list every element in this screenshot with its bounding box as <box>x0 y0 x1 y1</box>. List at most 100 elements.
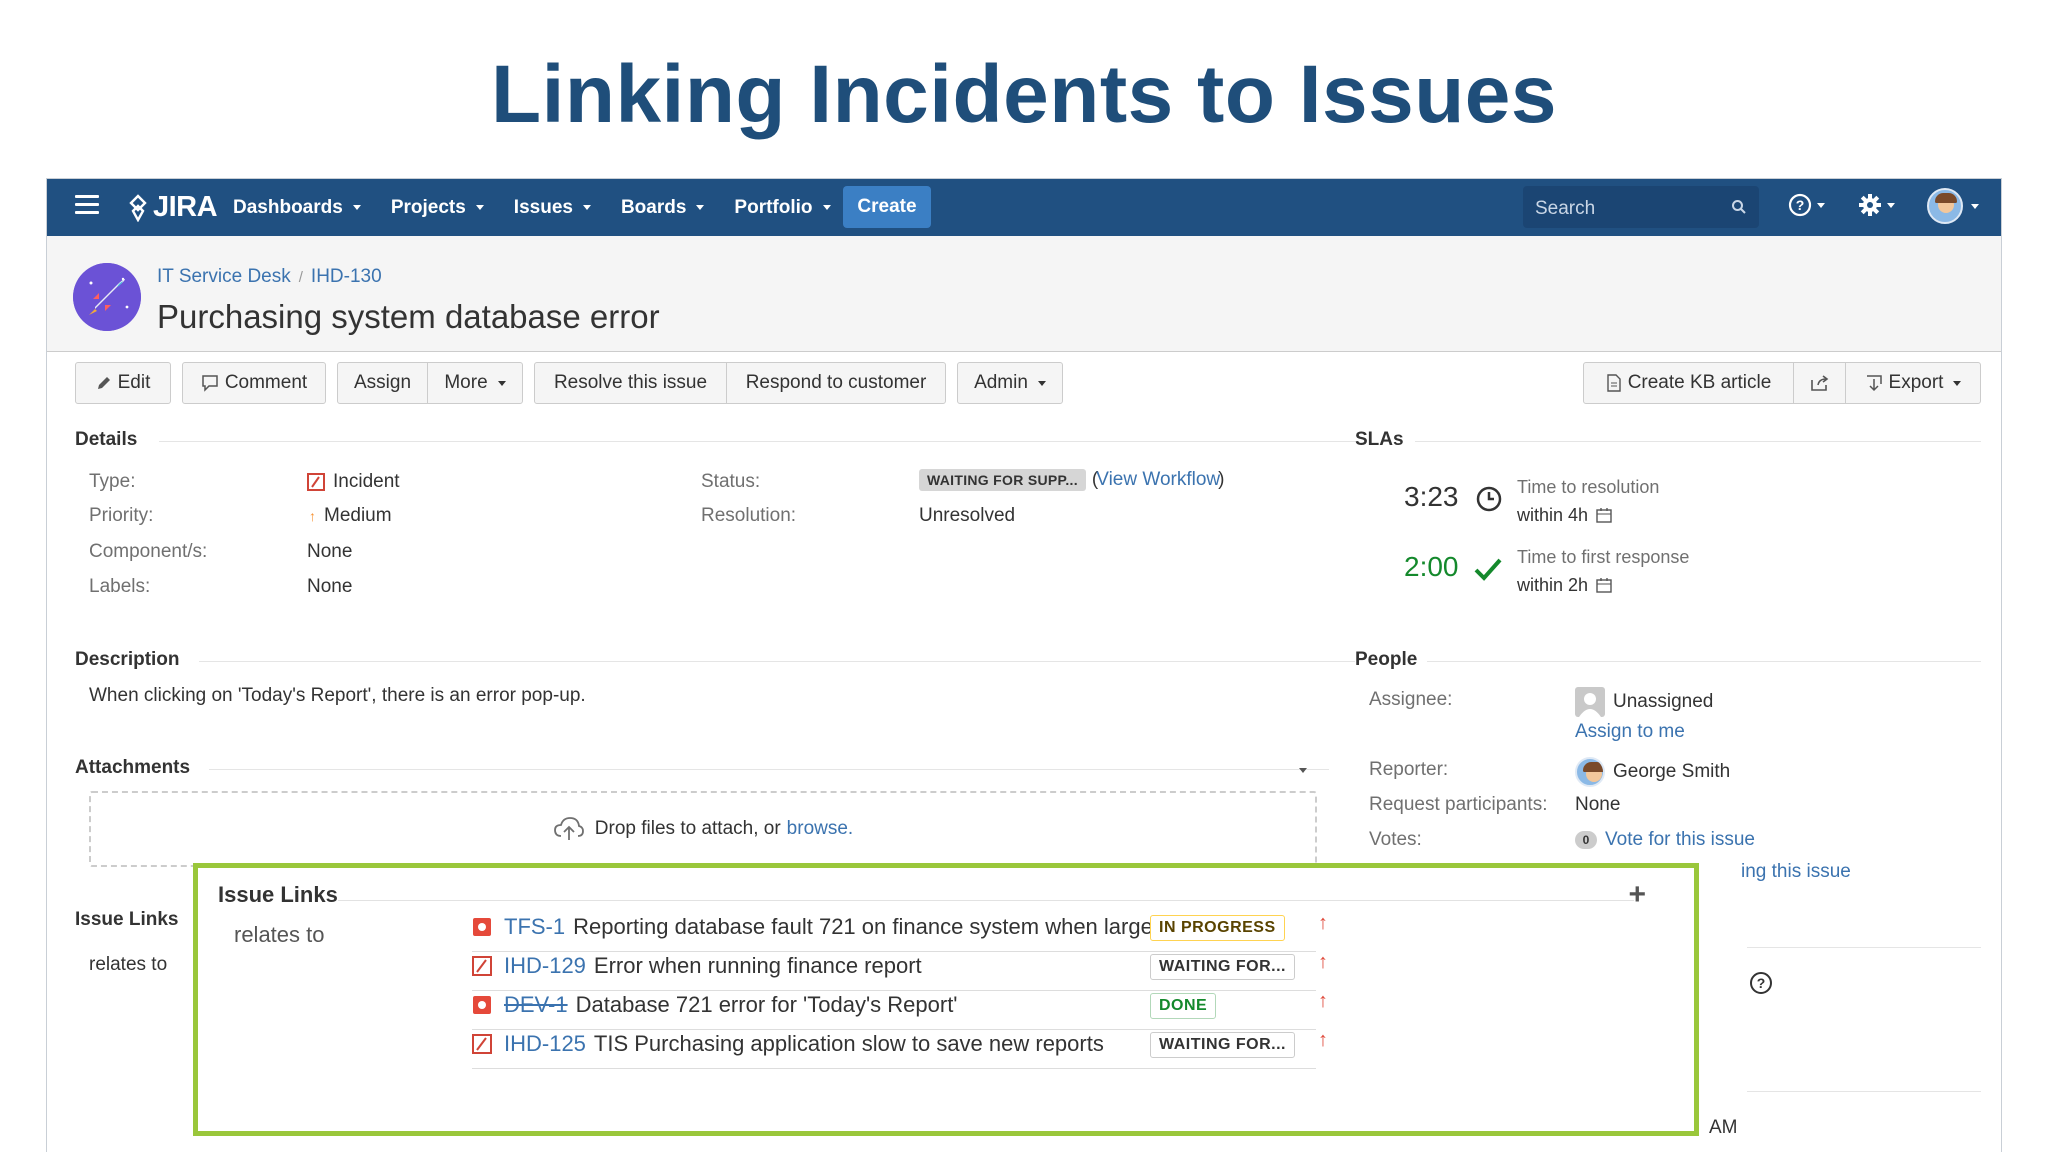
people-divider <box>1427 661 1981 662</box>
details-heading: Details <box>75 429 138 450</box>
participants-label: Request participants: <box>1369 794 1548 815</box>
assign-to-me-link[interactable]: Assign to me <box>1575 721 1685 743</box>
breadcrumb-issue-key[interactable]: IHD-130 <box>311 266 382 288</box>
export-button[interactable]: Export <box>1846 363 1980 403</box>
chevron-down-icon <box>352 205 361 210</box>
jira-logo-icon <box>129 193 147 222</box>
issue-links-divider <box>338 900 1634 901</box>
incident-icon <box>307 473 325 491</box>
edit-button[interactable]: Edit <box>75 362 171 404</box>
status-badge[interactable]: WAITING FOR SUPP... <box>919 469 1086 491</box>
description-divider <box>199 661 1355 662</box>
chevron-down-icon <box>1971 203 1979 209</box>
link-key[interactable]: IHD-125 <box>504 1031 586 1057</box>
search-input[interactable]: Search <box>1523 186 1759 228</box>
priority-value: ↑ Medium <box>309 505 392 526</box>
nav-issues[interactable]: Issues <box>514 197 591 219</box>
priority-high-icon: ↑ <box>1318 912 1328 934</box>
sla-first-response-goal: within 2h <box>1517 575 1589 595</box>
attachment-drop-zone[interactable]: Drop files to attach, or browse. <box>89 791 1317 867</box>
components-value: None <box>307 541 353 562</box>
nav-dashboards[interactable]: Dashboards <box>233 197 361 219</box>
link-key-resolved[interactable]: DEV-1 <box>504 992 568 1018</box>
watch-issue-link[interactable]: ing this issue <box>1741 861 1851 883</box>
svg-text:?: ? <box>1757 975 1766 991</box>
pencil-icon <box>97 377 110 389</box>
comment-button[interactable]: Comment <box>182 362 326 404</box>
admin-button[interactable]: Admin <box>957 362 1063 404</box>
description-text[interactable]: When clicking on 'Today's Report', there… <box>89 685 586 707</box>
status-value: WAITING FOR SUPP... (View Workflow) <box>919 469 1224 491</box>
vote-for-issue-link[interactable]: Vote for this issue <box>1605 829 1755 851</box>
sla-resolution-goal: within 4h <box>1517 505 1589 525</box>
priority-label: Priority: <box>89 505 154 526</box>
link-key[interactable]: TFS-1 <box>504 914 565 940</box>
help-menu[interactable]: ? <box>1787 192 1825 218</box>
cloud-upload-icon <box>553 817 584 840</box>
chevron-down-icon <box>475 205 484 210</box>
people-heading: People <box>1355 649 1418 670</box>
search-placeholder: Search <box>1535 198 1596 219</box>
share-button[interactable] <box>1794 363 1846 403</box>
link-status-badge: WAITING FOR... <box>1150 1032 1295 1058</box>
details-divider <box>159 441 1355 442</box>
slas-heading: SLAs <box>1355 429 1404 450</box>
browse-link[interactable]: browse. <box>787 818 854 840</box>
status-label: Status: <box>701 471 761 492</box>
assign-button[interactable]: Assign <box>338 363 428 403</box>
breadcrumb: IT Service Desk / IHD-130 <box>157 266 382 288</box>
priority-medium-icon: ↑ <box>309 508 316 524</box>
nav-portfolio[interactable]: Portfolio <box>734 197 831 219</box>
issue-toolbar: Edit Comment Assign More Resolve this is… <box>75 362 1981 404</box>
incident-icon <box>472 1033 492 1054</box>
create-button[interactable]: Create <box>843 186 931 228</box>
reporter-value: George Smith <box>1575 757 1730 787</box>
bug-icon <box>473 917 491 936</box>
type-value: Incident <box>307 471 400 493</box>
create-kb-article-button[interactable]: Create KB article <box>1584 363 1794 403</box>
kb-export-group: Create KB article Export <box>1583 362 1981 404</box>
share-icon <box>1810 375 1828 391</box>
clock-icon <box>1476 486 1502 512</box>
relates-to-label-bg: relates to <box>89 954 168 975</box>
reporter-avatar <box>1575 757 1605 787</box>
respond-to-customer-button[interactable]: Respond to customer <box>727 363 945 403</box>
breadcrumb-project[interactable]: IT Service Desk <box>157 266 291 288</box>
votes-value: 0 Vote for this issue <box>1575 829 1755 851</box>
link-summary[interactable]: Database 721 error for 'Today's Report' <box>576 992 958 1018</box>
reporter-label: Reporter: <box>1369 759 1449 780</box>
participants-value: None <box>1575 794 1621 815</box>
resolve-issue-button[interactable]: Resolve this issue <box>535 363 727 403</box>
workflow-group: Resolve this issue Respond to customer <box>534 362 946 404</box>
issue-header: IT Service Desk / IHD-130 Purchasing sys… <box>47 236 2001 352</box>
view-workflow-link[interactable]: View Workflow <box>1096 469 1220 491</box>
components-label: Component/s: <box>89 541 208 562</box>
more-button[interactable]: More <box>428 363 522 403</box>
settings-menu[interactable] <box>1857 192 1895 218</box>
link-summary[interactable]: TIS Purchasing application slow to save … <box>594 1031 1104 1057</box>
menu-icon[interactable] <box>75 195 99 215</box>
search-icon <box>1732 200 1746 214</box>
slide-title: Linking Incidents to Issues <box>490 49 1557 140</box>
issue-title[interactable]: Purchasing system database error <box>157 298 660 336</box>
jira-logo[interactable]: JIRA <box>127 191 218 224</box>
add-link-icon[interactable]: + <box>1628 878 1646 912</box>
nav-projects[interactable]: Projects <box>391 197 484 219</box>
project-avatar[interactable] <box>73 263 141 331</box>
labels-label: Labels: <box>89 576 151 597</box>
attachments-divider <box>209 769 1329 770</box>
link-key[interactable]: IHD-129 <box>504 953 586 979</box>
resolution-label: Resolution: <box>701 505 797 526</box>
nav-boards[interactable]: Boards <box>621 197 705 219</box>
link-summary[interactable]: Error when running finance report <box>594 953 922 979</box>
document-icon <box>1606 374 1621 392</box>
date-divider <box>1747 1091 1981 1092</box>
user-menu[interactable] <box>1927 188 1979 224</box>
top-navigation: JIRA Dashboards Projects Issues Boards P… <box>47 179 2001 236</box>
svg-text:?: ? <box>1796 197 1805 213</box>
chevron-down-icon <box>1817 202 1825 208</box>
help-icon[interactable]: ? <box>1749 971 1773 995</box>
issue-links-heading: Issue Links <box>218 882 338 907</box>
chevron-down-icon[interactable] <box>1299 768 1307 773</box>
unassigned-avatar-icon <box>1575 687 1605 717</box>
